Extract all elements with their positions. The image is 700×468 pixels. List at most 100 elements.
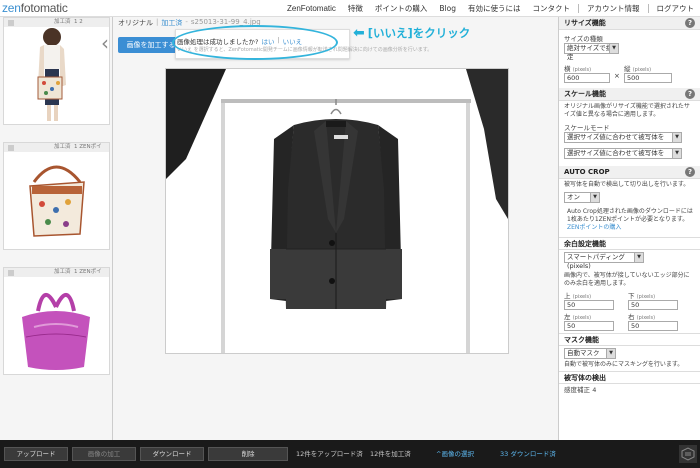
- mask-desc: 自動で被写体のみにマスキングを行います。: [564, 361, 684, 368]
- thumbnail-item[interactable]: 加工済 1 ZENポイ: [3, 142, 110, 250]
- height-input[interactable]: 500: [624, 73, 672, 83]
- nav-buy-points[interactable]: ポイントの購入: [369, 3, 434, 14]
- margin-bottom-input[interactable]: 50: [628, 300, 678, 310]
- scale-mode-select-2[interactable]: 選択サイズ値に合わせて被写体を ▼: [564, 148, 682, 159]
- thumbnail-points: 1 ZENポイ: [74, 269, 102, 275]
- thumbnail-checkbox[interactable]: [8, 269, 14, 276]
- logo[interactable]: zenfotomatic: [2, 1, 68, 15]
- mask-section-title: マスク機能: [559, 333, 700, 346]
- margin-top-input[interactable]: 50: [564, 300, 614, 310]
- nav-logout[interactable]: ログアウト: [651, 3, 700, 14]
- nav-features[interactable]: 特徴: [342, 3, 369, 14]
- sensitivity-value[interactable]: 4: [592, 386, 596, 394]
- margin-bottom-group: 下 (pixels) 50: [628, 290, 690, 310]
- mask-title: マスク機能: [564, 336, 599, 344]
- autocrop-note-block: Auto Crop処理された画像のダウンロードには1枚あたり1ZENポイントが必…: [564, 208, 695, 232]
- thumbnail-points: 1 ZENポイ: [74, 144, 102, 150]
- delete-button[interactable]: 削除: [208, 447, 288, 461]
- woman-tote-image: [4, 27, 109, 124]
- downloaded-count-link[interactable]: 33 ダウンロード済: [500, 447, 556, 461]
- highlight-ellipse: [172, 25, 338, 60]
- chevron-down-icon: ▼: [606, 349, 615, 358]
- height-label: 縦: [624, 65, 631, 73]
- help-icon[interactable]: ?: [685, 167, 695, 177]
- help-icon[interactable]: ?: [685, 89, 695, 99]
- autocrop-value: オン: [567, 193, 580, 201]
- margin-select[interactable]: スマートパディング (pixels) ▼: [564, 252, 644, 270]
- thumbnail-item[interactable]: 加工済 1 2: [3, 17, 110, 125]
- divider: |: [156, 18, 159, 26]
- nav-blog[interactable]: Blog: [433, 4, 462, 13]
- nav-zenfotomatic[interactable]: ZenFotomatic: [281, 4, 342, 13]
- image-workspace: ‹ オリジナル | 加工済 - s25013-31-99_4.jpg 画像を加工…: [101, 17, 558, 440]
- margin-left-input[interactable]: 50: [564, 321, 614, 331]
- chevron-down-icon: ▼: [609, 44, 618, 53]
- buy-points-link[interactable]: ZENポイントの購入: [567, 224, 621, 231]
- thumbnail-checkbox[interactable]: [8, 144, 14, 151]
- nav-divider: [647, 4, 649, 13]
- margin-bottom-label: 下: [628, 292, 635, 300]
- mask-section: 自動マスク ▼ 自動で被写体のみにマスキングを行います。: [559, 346, 700, 371]
- width-input[interactable]: 600: [564, 73, 610, 83]
- thumbnail-status: 加工済: [54, 19, 71, 25]
- preview-image: [165, 68, 509, 354]
- margin-section: スマートパディング (pixels) ▼ 画像内で、被写体が接していないエッジ部分…: [559, 250, 700, 333]
- margin-value: スマートパディング (pixels): [567, 253, 625, 270]
- autocrop-section: 被写体を自動で検出して切り出しを行います。 オン ▼ Auto Crop処理された…: [559, 179, 700, 234]
- thumbnail-points: 1 2: [74, 19, 83, 25]
- mask-select[interactable]: 自動マスク ▼: [564, 348, 616, 359]
- scale-mode-label: スケールモード: [564, 124, 610, 132]
- scale-mode-value-2: 選択サイズ値に合わせて被写体を: [567, 149, 665, 157]
- width-group: 横 (pixels) 600: [564, 63, 612, 83]
- size-type-value: 絶対サイズで指定: [567, 44, 613, 61]
- margin-right-input[interactable]: 50: [628, 321, 678, 331]
- thumbnail-item[interactable]: 加工済 1 ZENポイ: [3, 267, 110, 375]
- chevron-left-icon[interactable]: ‹: [101, 31, 109, 55]
- logo-zen: zen: [2, 1, 21, 15]
- detect-title: 被写体の検出: [564, 374, 606, 382]
- autocrop-note: Auto Crop処理された画像のダウンロードには1枚あたり1ZENポイントが必…: [567, 208, 693, 223]
- thumbnail-header: 加工済 1 ZENポイ: [4, 143, 109, 152]
- original-label[interactable]: オリジナル: [118, 18, 153, 28]
- resize-section: サイズの種類 絶対サイズで指定 ▼ 横 (pixels) 600 × 縦 (pixe…: [559, 30, 700, 85]
- scale-title: スケール機能: [564, 90, 606, 98]
- scale-mode-value: 選択サイズ値に合わせて被写体を: [567, 133, 665, 141]
- process-button[interactable]: 画像の加工: [72, 447, 136, 461]
- autocrop-section-title: AUTO CROP?: [559, 166, 700, 179]
- divider: -: [185, 18, 188, 26]
- processed-tag[interactable]: 加工済: [161, 18, 182, 28]
- scale-mode-select[interactable]: 選択サイズ値に合わせて被写体を ▼: [564, 132, 682, 143]
- margin-top-label: 上: [564, 292, 571, 300]
- autocrop-select[interactable]: オン ▼: [564, 192, 600, 203]
- chevron-down-icon: ▼: [634, 253, 643, 262]
- settings-panel: リサイズ機能? サイズの種類 絶対サイズで指定 ▼ 横 (pixels) 600 ×…: [558, 17, 700, 440]
- instruction-callout: ⬅ [いいえ]をクリック: [353, 25, 470, 41]
- callout-text: [いいえ]をクリック: [367, 26, 471, 40]
- autocrop-title: AUTO CROP: [564, 168, 610, 176]
- size-type-select[interactable]: 絶対サイズで指定 ▼: [564, 43, 619, 61]
- nav-account[interactable]: アカウント情報: [581, 3, 646, 14]
- download-button[interactable]: ダウンロード: [140, 447, 204, 461]
- thumbnail-checkbox[interactable]: [8, 19, 14, 26]
- thumbnail-list: 加工済 1 2 加工済 1 ZENポイ 加工済 1 ZENポイ: [0, 17, 113, 440]
- chevron-down-icon: ▼: [672, 133, 681, 142]
- margin-left-label: 左: [564, 313, 571, 321]
- mask-value: 自動マスク: [567, 349, 600, 357]
- help-icon[interactable]: ?: [685, 18, 695, 28]
- chevron-down-icon: ▼: [672, 149, 681, 158]
- thumbnail-header: 加工済 1 2: [4, 18, 109, 27]
- sensitivity-label: 感度補正: [564, 386, 590, 394]
- margin-left-group: 左 (pixels) 50: [564, 311, 626, 331]
- height-group: 縦 (pixels) 500: [624, 63, 684, 83]
- select-images-link[interactable]: ^画像の選択: [436, 447, 474, 461]
- upload-button[interactable]: アップロード: [4, 447, 68, 461]
- main-nav: ZenFotomatic 特徴 ポイントの購入 Blog 有効に使うには コンタ…: [281, 0, 700, 17]
- jacket-photo: [166, 69, 508, 353]
- nav-contact[interactable]: コンタクト: [527, 3, 577, 14]
- nav-tips[interactable]: 有効に使うには: [462, 3, 527, 14]
- top-bar: zenfotomatic ZenFotomatic 特徴 ポイントの購入 Blo…: [0, 0, 700, 17]
- bottom-toolbar: アップロード 画像の加工 ダウンロード 削除 12件をアップロード済 12件を加…: [0, 440, 700, 468]
- margin-top-group: 上 (pixels) 50: [564, 290, 626, 310]
- thumbnail-status: 加工済: [54, 269, 71, 275]
- margin-title: 余白設定機能: [564, 240, 606, 248]
